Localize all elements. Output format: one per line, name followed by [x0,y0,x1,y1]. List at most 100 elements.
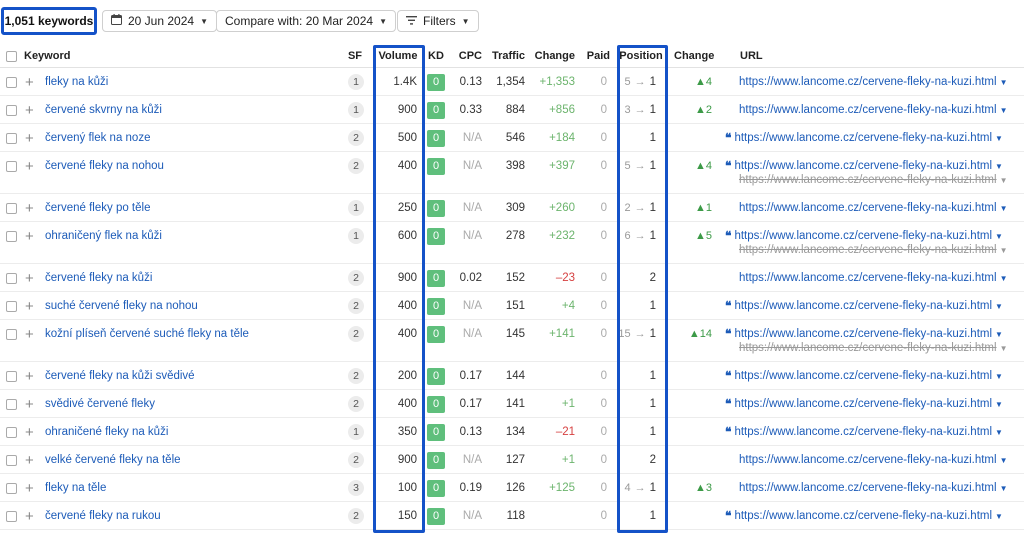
sf-cell[interactable]: 1 [347,418,365,446]
plus-icon[interactable]: + [25,474,34,502]
sf-badge[interactable]: 1 [348,102,364,118]
chevron-down-icon[interactable]: ▼ [995,134,1003,143]
sf-cell[interactable]: 1 [347,68,365,96]
ranking-url-link[interactable]: https://www.lancome.cz/cervene-fleky-na-… [734,426,992,438]
keyword-link[interactable]: fleky na kůži [45,76,108,88]
sf-cell[interactable]: 2 [347,264,365,292]
keyword-link[interactable]: fleky na těle [45,482,106,494]
sf-badge[interactable]: 2 [348,270,364,286]
ranking-url-link[interactable]: https://www.lancome.cz/cervene-fleky-na-… [734,370,992,382]
chevron-down-icon[interactable]: ▼ [1000,484,1008,493]
ranking-url-link[interactable]: https://www.lancome.cz/cervene-fleky-na-… [739,202,997,214]
plus-icon[interactable]: + [25,362,34,390]
url-column-header[interactable]: URL [740,44,763,68]
sf-cell[interactable]: 2 [347,362,365,390]
ranking-url-link[interactable]: https://www.lancome.cz/cervene-fleky-na-… [734,132,992,144]
chevron-down-icon[interactable]: ▼ [1000,274,1008,283]
sf-badge[interactable]: 2 [348,130,364,146]
ranking-url-link[interactable]: https://www.lancome.cz/cervene-fleky-na-… [734,328,992,340]
sf-cell[interactable]: 1 [347,194,365,222]
keyword-link[interactable]: svědivé červené fleky [45,398,155,410]
ranking-url-link[interactable]: https://www.lancome.cz/cervene-fleky-na-… [739,76,997,88]
chevron-down-icon[interactable]: ▼ [995,428,1003,437]
plus-icon[interactable]: + [25,222,34,250]
plus-icon[interactable]: + [25,502,34,530]
keyword-link[interactable]: ohraničený flek na kůži [45,230,162,242]
keyword-link[interactable]: velké červené fleky na těle [45,454,181,466]
traffic-column-header[interactable]: Traffic [486,44,525,68]
position-column-header[interactable]: Position [618,44,664,68]
sf-column-header[interactable]: SF [344,44,366,68]
row-checkbox[interactable] [6,292,17,320]
row-checkbox[interactable] [6,362,17,390]
ranking-url-link[interactable]: https://www.lancome.cz/cervene-fleky-na-… [739,454,997,466]
row-checkbox[interactable] [6,390,17,418]
ranking-url-link[interactable]: https://www.lancome.cz/cervene-fleky-na-… [734,300,992,312]
sf-cell[interactable]: 1 [347,222,365,250]
sf-cell[interactable]: 2 [347,320,365,348]
chevron-down-icon[interactable]: ▼ [1000,176,1008,185]
sf-badge[interactable]: 1 [348,200,364,216]
position-change-column-header[interactable]: Change [674,44,714,68]
sf-badge[interactable]: 1 [348,74,364,90]
chevron-down-icon[interactable]: ▼ [995,330,1003,339]
plus-icon[interactable]: + [25,320,34,348]
keyword-link[interactable]: červené fleky na kůži [45,272,152,284]
chevron-down-icon[interactable]: ▼ [995,400,1003,409]
ranking-url-link[interactable]: https://www.lancome.cz/cervene-fleky-na-… [734,510,992,522]
plus-icon[interactable]: + [25,264,34,292]
chevron-down-icon[interactable]: ▼ [1000,456,1008,465]
date-picker-button[interactable]: 20 Jun 2024 ▼ [102,10,217,32]
previous-url-link[interactable]: https://www.lancome.cz/cervene-fleky-na-… [739,244,997,256]
row-checkbox[interactable] [6,222,17,250]
keyword-link[interactable]: kožní plíseň červené suché fleky na těle [45,328,249,340]
sf-cell[interactable]: 2 [347,446,365,474]
row-checkbox[interactable] [6,124,17,152]
row-checkbox[interactable] [6,68,17,96]
paid-column-header[interactable]: Paid [580,44,610,68]
ranking-url-link[interactable]: https://www.lancome.cz/cervene-fleky-na-… [734,160,992,172]
sf-cell[interactable]: 2 [347,124,365,152]
row-checkbox[interactable] [6,446,17,474]
row-checkbox[interactable] [6,320,17,348]
sf-cell[interactable]: 2 [347,292,365,320]
keyword-link[interactable]: červené fleky na nohou [45,160,164,172]
keyword-link[interactable]: ohraničené fleky na kůži [45,426,168,438]
sf-badge[interactable]: 3 [348,480,364,496]
plus-icon[interactable]: + [25,390,34,418]
row-checkbox[interactable] [6,502,17,530]
chevron-down-icon[interactable]: ▼ [995,232,1003,241]
compare-with-button[interactable]: Compare with: 20 Mar 2024 ▼ [216,10,396,32]
sf-cell[interactable]: 3 [347,474,365,502]
sf-cell[interactable]: 2 [347,152,365,180]
sf-cell[interactable]: 2 [347,502,365,530]
keyword-link[interactable]: červené skvrny na kůži [45,104,162,116]
traffic-change-column-header[interactable]: Change [530,44,575,68]
row-checkbox[interactable] [6,152,17,180]
sf-cell[interactable]: 1 [347,96,365,124]
ranking-url-link[interactable]: https://www.lancome.cz/cervene-fleky-na-… [739,482,997,494]
chevron-down-icon[interactable]: ▼ [1000,106,1008,115]
plus-icon[interactable]: + [25,194,34,222]
row-checkbox[interactable] [6,474,17,502]
previous-url-link[interactable]: https://www.lancome.cz/cervene-fleky-na-… [739,342,997,354]
plus-icon[interactable]: + [25,152,34,180]
plus-icon[interactable]: + [25,124,34,152]
plus-icon[interactable]: + [25,292,34,320]
chevron-down-icon[interactable]: ▼ [995,512,1003,521]
sf-badge[interactable]: 2 [348,368,364,384]
chevron-down-icon[interactable]: ▼ [1000,246,1008,255]
chevron-down-icon[interactable]: ▼ [1000,344,1008,353]
sf-badge[interactable]: 2 [348,508,364,524]
ranking-url-link[interactable]: https://www.lancome.cz/cervene-fleky-na-… [734,230,992,242]
plus-icon[interactable]: + [25,418,34,446]
ranking-url-link[interactable]: https://www.lancome.cz/cervene-fleky-na-… [739,272,997,284]
chevron-down-icon[interactable]: ▼ [1000,78,1008,87]
row-checkbox[interactable] [6,96,17,124]
cpc-column-header[interactable]: CPC [452,44,482,68]
row-checkbox[interactable] [6,264,17,292]
row-checkbox[interactable] [6,194,17,222]
chevron-down-icon[interactable]: ▼ [995,302,1003,311]
sf-badge[interactable]: 2 [348,298,364,314]
plus-icon[interactable]: + [25,446,34,474]
